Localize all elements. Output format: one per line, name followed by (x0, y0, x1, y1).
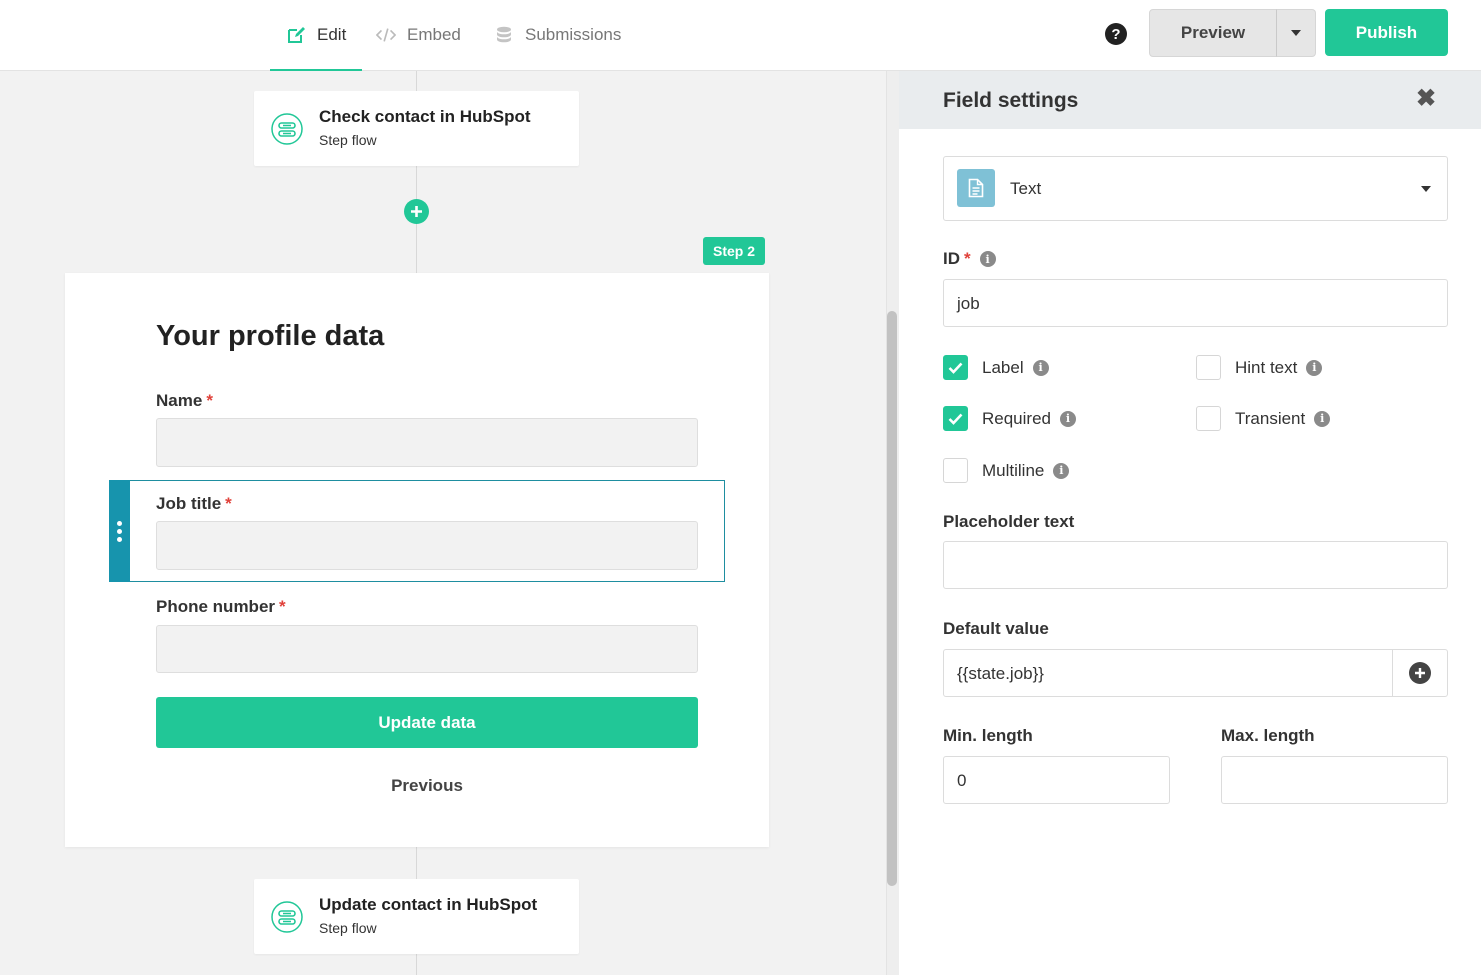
help-icon[interactable]: ? (1105, 23, 1127, 45)
chevron-down-icon (1421, 186, 1431, 192)
form-step-card: Your profile data Name * Job title * Phone… (65, 273, 769, 847)
required-mark: * (964, 249, 971, 268)
field-label-text: Name (156, 391, 203, 410)
info-icon[interactable]: i (1060, 410, 1076, 427)
required-checkbox[interactable] (943, 406, 968, 431)
drag-dot (117, 520, 122, 526)
label-option-text: Label (982, 357, 1024, 377)
plus-circle-icon (1409, 662, 1431, 684)
placeholder-input[interactable] (943, 541, 1448, 589)
info-icon[interactable]: i (1032, 359, 1049, 376)
required-mark: * (206, 391, 213, 410)
max-length-input[interactable] (1221, 756, 1448, 804)
publish-button[interactable]: Publish (1325, 9, 1448, 56)
check-icon (948, 362, 963, 374)
job-title-input[interactable] (156, 521, 698, 570)
step-card-update-contact[interactable]: Update contact in HubSpot Step flow (254, 879, 579, 954)
required-option[interactable]: Required i (943, 406, 1076, 431)
document-icon (957, 169, 995, 207)
placeholder-label: Placeholder text (943, 512, 1075, 531)
plus-icon (411, 206, 422, 217)
default-value-input[interactable]: {{state.job}} (943, 649, 1393, 697)
multiline-option[interactable]: Multiline i (943, 458, 1070, 483)
field-label-text: Phone number (156, 597, 276, 616)
multiline-checkbox[interactable] (943, 458, 968, 483)
step-badge: Step 2 (703, 237, 765, 265)
update-data-button[interactable]: Update data (156, 697, 698, 748)
canvas-scrollbar-thumb[interactable] (887, 311, 897, 886)
form-title: Your profile data (156, 320, 385, 352)
step-flow-icon (271, 901, 303, 933)
drag-dot (117, 536, 122, 542)
step-subtitle: Step flow (319, 132, 377, 148)
panel-header: Field settings ✖ (899, 71, 1481, 129)
field-label-name: Name * (156, 391, 213, 411)
flow-canvas: Check contact in HubSpot Step flow Step … (0, 71, 886, 975)
default-value-label: Default value (943, 619, 1049, 638)
min-length-input[interactable]: 0 (943, 756, 1170, 804)
tab-embed-label: Embed (407, 25, 461, 44)
label-checkbox[interactable] (943, 355, 968, 380)
database-icon (494, 25, 514, 45)
tab-edit[interactable]: Edit (270, 0, 363, 71)
drag-dot (117, 528, 122, 534)
multiline-option-text: Multiline (982, 460, 1045, 480)
field-label-text: Job title (156, 494, 222, 513)
drag-handle[interactable] (109, 480, 130, 582)
insert-variable-button[interactable] (1392, 649, 1448, 697)
max-length-label: Max. length (1221, 726, 1315, 745)
check-icon (948, 413, 963, 425)
connector-line (416, 847, 417, 879)
step-subtitle: Step flow (319, 920, 377, 936)
preview-options-button[interactable] (1276, 9, 1316, 57)
id-label-text: ID (943, 249, 960, 268)
chevron-down-icon (1291, 30, 1301, 36)
info-icon[interactable]: i (1053, 462, 1070, 479)
required-mark: * (279, 597, 286, 616)
field-label-phone: Phone number * (156, 597, 286, 617)
hint-text-option-text: Hint text (1235, 357, 1298, 377)
close-icon[interactable]: ✖ (1416, 87, 1436, 111)
connector-line (416, 71, 417, 91)
tab-submissions[interactable]: Submissions (494, 0, 621, 70)
phone-number-input[interactable] (156, 625, 698, 673)
transient-option[interactable]: Transient i (1196, 406, 1331, 431)
info-icon[interactable]: i (1314, 410, 1331, 427)
panel-title: Field settings (943, 89, 1079, 112)
top-bar: Edit Embed Submissions ? Preview Publish (0, 0, 1481, 71)
field-type-select[interactable]: Text (943, 156, 1448, 221)
step-card-check-contact[interactable]: Check contact in HubSpot Step flow (254, 91, 579, 166)
name-input[interactable] (156, 418, 698, 467)
preview-button[interactable]: Preview (1149, 9, 1277, 57)
step-title: Check contact in HubSpot (319, 107, 531, 126)
min-length-label: Min. length (943, 726, 1033, 745)
info-icon[interactable]: i (979, 251, 996, 267)
code-icon (376, 25, 396, 45)
transient-option-text: Transient (1235, 408, 1306, 428)
field-settings-panel: Field settings ✖ Text ID * i job Label i … (899, 71, 1481, 975)
id-input[interactable]: job (943, 279, 1448, 327)
field-type-value: Text (1010, 179, 1042, 198)
tab-submissions-label: Submissions (525, 25, 622, 44)
field-label-job-title: Job title * (156, 494, 232, 514)
label-option[interactable]: Label i (943, 355, 1049, 380)
step-title: Update contact in HubSpot (319, 895, 538, 914)
transient-checkbox[interactable] (1196, 406, 1221, 431)
hint-text-option[interactable]: Hint text i (1196, 355, 1323, 380)
info-icon[interactable]: i (1306, 359, 1323, 376)
tab-embed[interactable]: Embed (376, 0, 461, 70)
tab-edit-label: Edit (317, 25, 347, 44)
step-flow-icon (271, 113, 303, 145)
id-label: ID * i (943, 249, 996, 269)
previous-button[interactable]: Previous (156, 776, 698, 796)
edit-icon (286, 25, 306, 45)
required-option-text: Required (982, 408, 1051, 428)
add-step-button[interactable] (404, 199, 429, 224)
required-mark: * (225, 494, 232, 513)
connector-line (416, 954, 417, 975)
hint-text-checkbox[interactable] (1196, 355, 1221, 380)
